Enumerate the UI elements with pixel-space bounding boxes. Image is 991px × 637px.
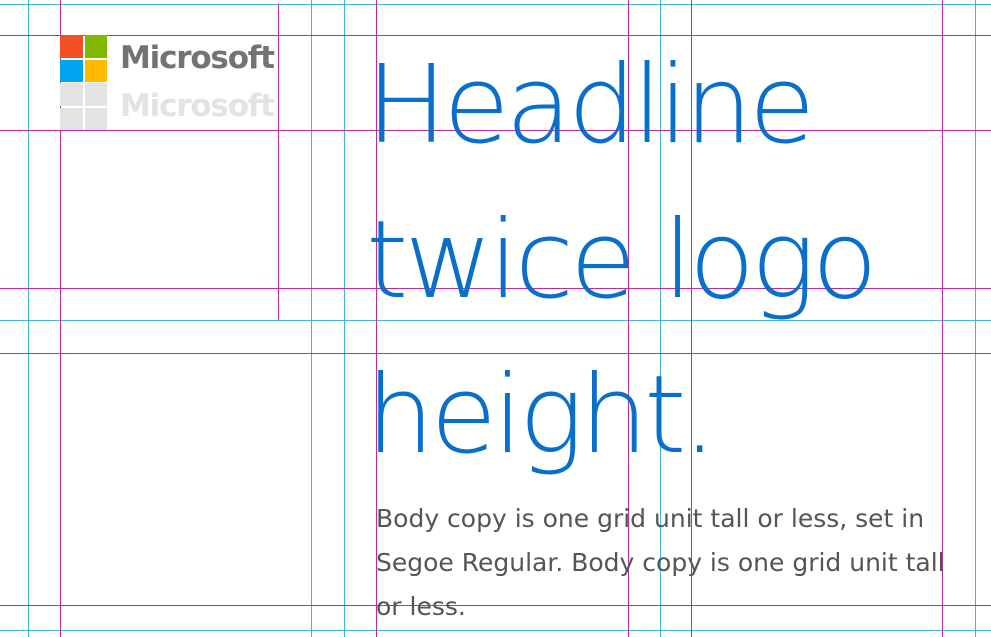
- microsoft-wordmark: Microsoft: [120, 40, 275, 76]
- microsoft-logo-ghost: Microsoft: [60, 83, 280, 131]
- logo-square-red: [60, 35, 83, 58]
- headline: Headline twice logo height.: [366, 28, 878, 493]
- ghost-square: [60, 107, 83, 130]
- ghost-square: [60, 83, 83, 106]
- logo-square-yellow: [84, 59, 107, 82]
- microsoft-logo: Microsoft: [60, 35, 280, 83]
- ghost-square: [84, 107, 107, 130]
- body-copy: Body copy is one grid unit tall or less,…: [376, 504, 945, 621]
- headline-line-2: twice logo: [366, 198, 878, 323]
- headline-line-3: height.: [366, 353, 717, 478]
- logo-square-blue: [60, 59, 83, 82]
- microsoft-wordmark-ghost: Microsoft: [120, 88, 275, 124]
- ghost-logo-squares: [60, 83, 107, 131]
- ghost-square: [84, 83, 107, 106]
- logo-square-green: [84, 35, 107, 58]
- microsoft-logo-squares: [60, 35, 107, 83]
- headline-line-1: Headline: [366, 43, 815, 168]
